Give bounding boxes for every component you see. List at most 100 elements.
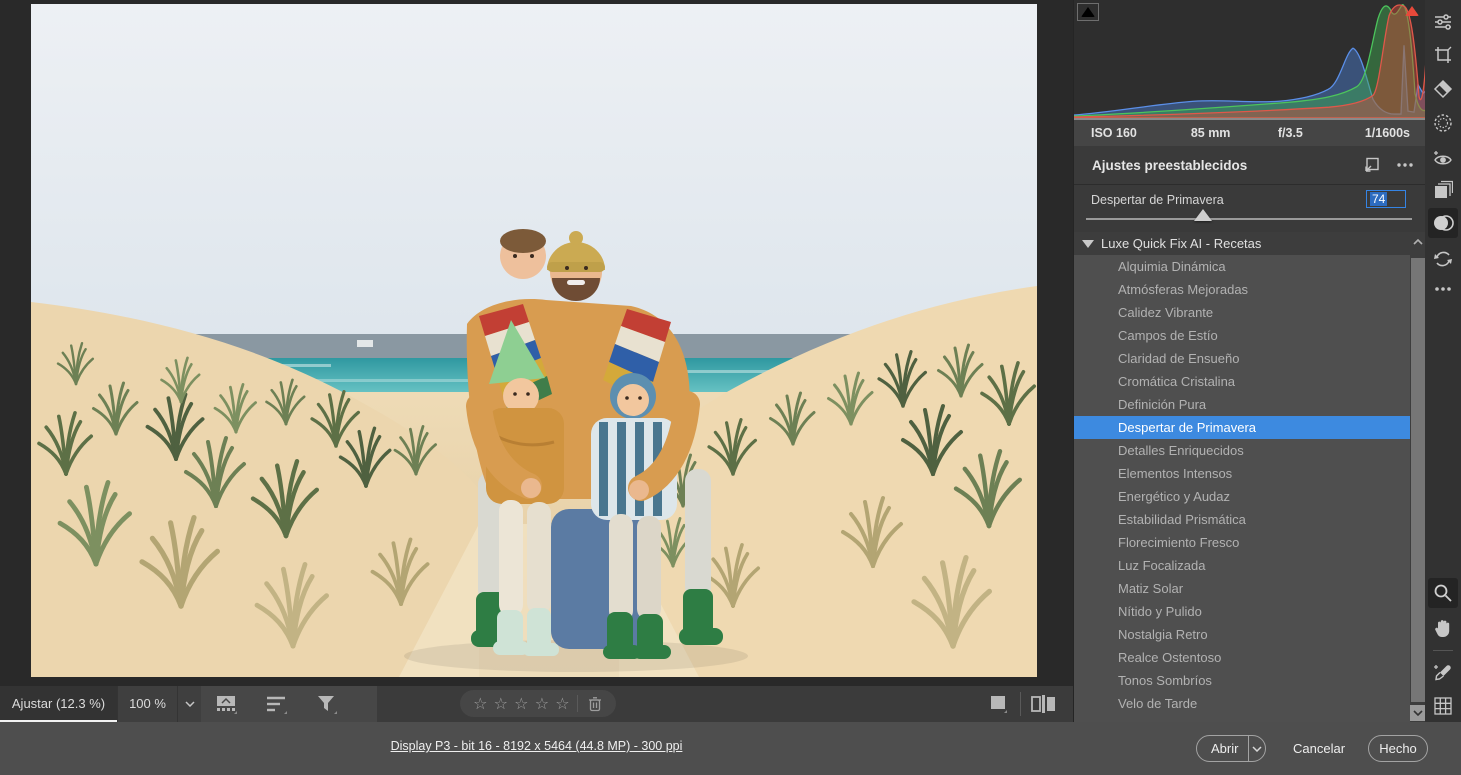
- preset-amount-track[interactable]: [1086, 218, 1412, 220]
- red-eye-icon[interactable]: [1428, 143, 1458, 173]
- panel-menu-icon[interactable]: [1392, 152, 1418, 178]
- photo-preview[interactable]: [31, 4, 1037, 677]
- filmstrip-controls: [201, 686, 377, 722]
- preset-amount-label: Despertar de Primavera: [1091, 193, 1224, 207]
- preset-item[interactable]: Claridad de Ensueño: [1074, 347, 1410, 370]
- highlight-clipping-indicator[interactable]: [1402, 3, 1422, 19]
- presets-panel-header: Ajustes preestablecidos: [1074, 146, 1426, 185]
- preset-item[interactable]: Velo de Tarde: [1074, 692, 1410, 715]
- preset-item[interactable]: Detalles Enriquecidos: [1074, 439, 1410, 462]
- scroll-up-icon[interactable]: [1410, 234, 1426, 250]
- delete-trash-icon[interactable]: [584, 692, 606, 716]
- preset-item[interactable]: Campos de Estío: [1074, 324, 1410, 347]
- snapshots-icon[interactable]: [1428, 175, 1458, 205]
- preset-item[interactable]: Realce Ostentoso: [1074, 646, 1410, 669]
- zoom-level-dropdown-icon[interactable]: [177, 686, 202, 722]
- preset-item[interactable]: Atmósferas Mejoradas: [1074, 278, 1410, 301]
- star-2-icon[interactable]: ☆: [491, 694, 512, 714]
- preset-item[interactable]: Tonos Sombríos: [1074, 669, 1410, 692]
- star-1-icon[interactable]: ☆: [470, 694, 491, 714]
- preset-list-container: Luxe Quick Fix AI - Recetas Alquimia Din…: [1074, 232, 1426, 722]
- healing-icon[interactable]: [1428, 74, 1458, 104]
- presets-panel-title: Ajustes preestablecidos: [1074, 158, 1358, 173]
- preset-item[interactable]: Luz Focalizada: [1074, 554, 1410, 577]
- status-bar: Display P3 - bit 16 - 8192 x 5464 (44.8 …: [0, 722, 1461, 775]
- preset-item[interactable]: Definición Pura: [1074, 393, 1410, 416]
- preset-item[interactable]: Estabilidad Prismática: [1074, 508, 1410, 531]
- disclosure-triangle-icon[interactable]: [1082, 240, 1094, 248]
- view-toolbar: Ajustar (12.3 %) 100 % ☆ ☆ ☆ ☆ ☆: [0, 686, 1073, 722]
- preset-amount-value-field[interactable]: 74: [1366, 190, 1406, 208]
- preset-item-label: Florecimiento Fresco: [1118, 535, 1239, 550]
- preset-item[interactable]: Alquimia Dinámica: [1074, 255, 1410, 278]
- shadow-clipping-indicator[interactable]: [1077, 3, 1099, 21]
- done-button[interactable]: Hecho: [1368, 735, 1428, 762]
- hand-tool-icon[interactable]: [1428, 613, 1458, 643]
- preset-item-label: Calidez Vibrante: [1118, 305, 1213, 320]
- scrollbar-thumb[interactable]: [1411, 258, 1425, 702]
- exif-shutter: 1/1600s: [1330, 126, 1426, 140]
- preset-item-label: Nítido y Pulido: [1118, 604, 1202, 619]
- preset-item[interactable]: Matiz Solar: [1074, 577, 1410, 600]
- preset-item-label: Claridad de Ensueño: [1118, 351, 1239, 366]
- rating-separator: [577, 695, 578, 712]
- exif-info-bar: ISO 160 85 mm f/3.5 1/1600s: [1074, 120, 1426, 146]
- zoom-tool-icon[interactable]: [1428, 578, 1458, 608]
- preset-item[interactable]: Energético y Audaz: [1074, 485, 1410, 508]
- star-5-icon[interactable]: ☆: [552, 694, 573, 714]
- open-button-label[interactable]: Abrir: [1197, 741, 1248, 756]
- scroll-down-icon[interactable]: [1410, 705, 1426, 721]
- preset-item-label: Alquimia Dinámica: [1118, 259, 1226, 274]
- star-3-icon[interactable]: ☆: [511, 694, 532, 714]
- zoom-100-tab[interactable]: 100 %: [117, 686, 177, 722]
- star-4-icon[interactable]: ☆: [532, 694, 553, 714]
- preset-item-label: Atmósferas Mejoradas: [1118, 282, 1248, 297]
- more-tools-icon[interactable]: [1428, 274, 1458, 304]
- preset-group-label: Luxe Quick Fix AI - Recetas: [1101, 236, 1261, 251]
- exif-focal-length: 85 mm: [1171, 126, 1251, 140]
- preset-item-label: Realce Ostentoso: [1118, 650, 1221, 665]
- preset-item-label: Velo de Tarde: [1118, 696, 1197, 711]
- preset-item-label: Despertar de Primavera: [1118, 420, 1256, 435]
- preset-list-scrollbar[interactable]: [1410, 232, 1426, 722]
- preset-item[interactable]: Nostalgia Retro: [1074, 623, 1410, 646]
- preset-item-label: Nostalgia Retro: [1118, 627, 1208, 642]
- white-balance-eyedropper-icon[interactable]: [1428, 658, 1458, 688]
- histogram-curves: [1074, 0, 1426, 118]
- workflow-options-link[interactable]: Display P3 - bit 16 - 8192 x 5464 (44.8 …: [0, 739, 1073, 753]
- presets-icon[interactable]: [1428, 208, 1458, 238]
- image-canvas[interactable]: [0, 0, 1073, 686]
- open-options-chevron-icon[interactable]: [1249, 746, 1265, 752]
- preset-amount-value[interactable]: 74: [1370, 192, 1387, 206]
- sort-order-icon[interactable]: [265, 692, 289, 716]
- histogram[interactable]: [1074, 0, 1426, 120]
- open-button[interactable]: Abrir: [1196, 735, 1266, 762]
- preset-item-label: Luz Focalizada: [1118, 558, 1205, 573]
- masking-icon[interactable]: [1428, 108, 1458, 138]
- zoom-fit-tab[interactable]: Ajustar (12.3 %): [0, 686, 117, 722]
- edit-sliders-icon[interactable]: [1428, 7, 1458, 37]
- preset-group-header[interactable]: Luxe Quick Fix AI - Recetas: [1074, 232, 1410, 255]
- preset-item[interactable]: Calidez Vibrante: [1074, 301, 1410, 324]
- thumbnail-view-icon[interactable]: [215, 692, 239, 716]
- preset-amount-thumb[interactable]: [1194, 209, 1212, 221]
- before-after-view-icon[interactable]: [1030, 692, 1056, 716]
- preset-item[interactable]: Nítido y Pulido: [1074, 600, 1410, 623]
- grid-overlay-icon[interactable]: [1428, 691, 1458, 721]
- crop-icon[interactable]: [1428, 40, 1458, 70]
- preset-item-label: Estabilidad Prismática: [1118, 512, 1246, 527]
- preview-mode-icon[interactable]: [988, 692, 1010, 716]
- preset-item[interactable]: Despertar de Primavera: [1074, 416, 1410, 439]
- bottombar-separator: [1020, 692, 1021, 716]
- preset-item-label: Elementos Intensos: [1118, 466, 1232, 481]
- preset-item[interactable]: Florecimiento Fresco: [1074, 531, 1410, 554]
- preset-item[interactable]: Cromática Cristalina: [1074, 370, 1410, 393]
- filter-icon[interactable]: [315, 692, 339, 716]
- new-preset-icon[interactable]: [1358, 152, 1384, 178]
- preset-amount-slider-row: Despertar de Primavera 74: [1074, 185, 1426, 232]
- presets-panel: ISO 160 85 mm f/3.5 1/1600s Ajustes pree…: [1073, 0, 1425, 722]
- preset-item[interactable]: Elementos Intensos: [1074, 462, 1410, 485]
- refresh-icon[interactable]: [1428, 244, 1458, 274]
- preset-item-label: Definición Pura: [1118, 397, 1206, 412]
- cancel-button[interactable]: Cancelar: [1287, 735, 1351, 762]
